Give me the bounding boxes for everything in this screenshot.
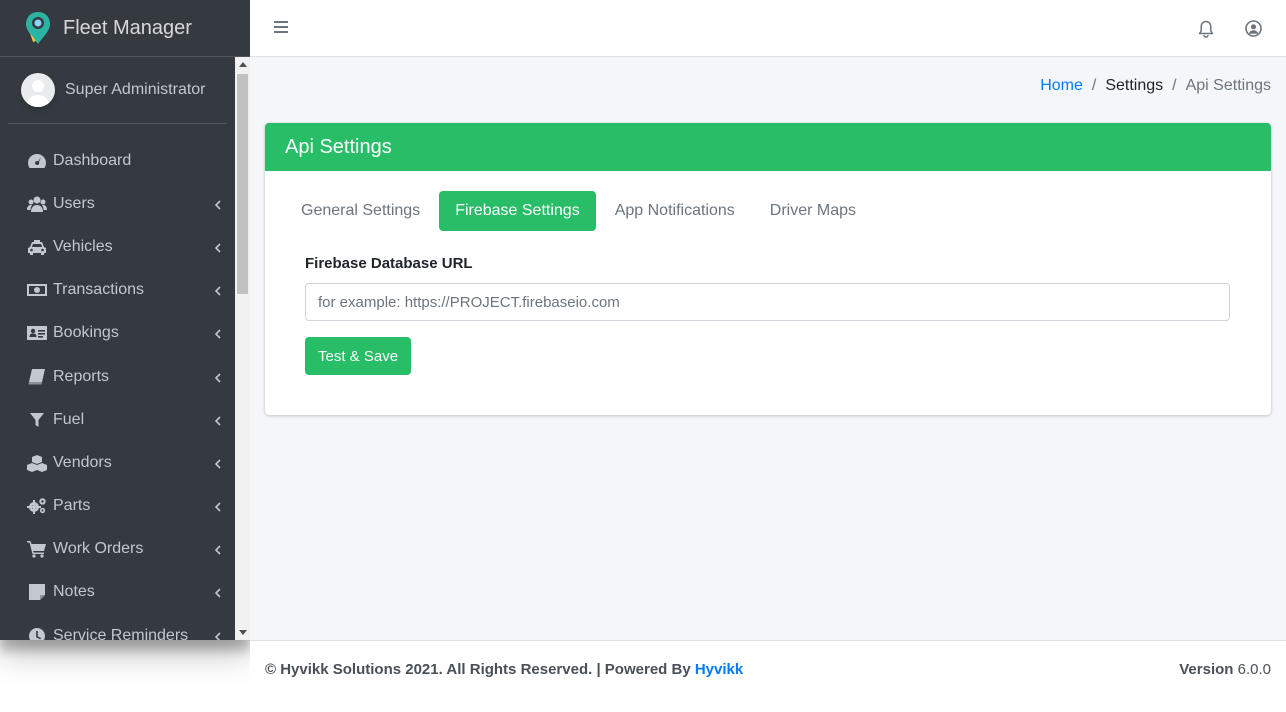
firebase-url-label: Firebase Database URL bbox=[305, 255, 473, 272]
sidebar-item-dashboard[interactable]: Dashboard bbox=[0, 139, 235, 182]
menu-toggle-icon[interactable] bbox=[274, 21, 288, 35]
filter-icon bbox=[26, 411, 48, 429]
tab-app-notifications[interactable]: App Notifications bbox=[599, 191, 751, 231]
sidebar-item-label: Service Reminders bbox=[53, 626, 189, 640]
user-panel[interactable]: Super Administrator bbox=[8, 57, 227, 124]
chevron-left-icon bbox=[214, 586, 222, 599]
breadcrumb-separator: / bbox=[1172, 77, 1177, 94]
sidebar-item-work-orders[interactable]: Work Orders bbox=[0, 528, 235, 571]
api-settings-card: Api Settings General Settings Firebase S… bbox=[265, 123, 1271, 415]
sidebar-item-bookings[interactable]: Bookings bbox=[0, 312, 235, 355]
sidebar-item-label: Transactions bbox=[53, 281, 144, 299]
book-icon bbox=[26, 368, 48, 386]
sidebar-item-label: Reports bbox=[53, 367, 110, 385]
chevron-left-icon bbox=[214, 630, 222, 640]
sidebar-item-label: Vendors bbox=[53, 453, 112, 471]
sidebar-scroll-area: Super Administrator Dashboard Users Vehi… bbox=[0, 57, 235, 640]
sidebar-item-fuel[interactable]: Fuel bbox=[0, 398, 235, 441]
breadcrumb-home[interactable]: Home bbox=[1040, 77, 1083, 95]
test-save-button[interactable]: Test & Save bbox=[305, 337, 412, 375]
footer: © Hyvikk Solutions 2021. All Rights Rese… bbox=[250, 640, 1286, 697]
address-card-icon bbox=[26, 324, 48, 342]
cubes-icon bbox=[26, 454, 48, 472]
gears-icon bbox=[26, 497, 48, 515]
money-icon bbox=[26, 281, 48, 299]
sidebar-item-label: Work Orders bbox=[53, 540, 144, 558]
copyright-text: © Hyvikk Solutions 2021. All Rights Rese… bbox=[265, 661, 695, 678]
sidebar-item-reports[interactable]: Reports bbox=[0, 355, 235, 398]
sidebar-item-notes[interactable]: Notes bbox=[0, 571, 235, 614]
version-label: Version bbox=[1179, 661, 1234, 678]
sidebar-item-label: Bookings bbox=[53, 324, 119, 342]
sidebar-item-label: Users bbox=[53, 194, 95, 212]
chevron-left-icon bbox=[214, 327, 222, 339]
brand-link[interactable]: Fleet Manager bbox=[0, 0, 250, 57]
footer-copyright: © Hyvikk Solutions 2021. All Rights Rese… bbox=[265, 661, 743, 678]
sidebar-nav: Dashboard Users Vehicles Transactions Bo… bbox=[0, 124, 235, 640]
card-title: Api Settings bbox=[265, 123, 1271, 171]
user-circle-icon[interactable] bbox=[1245, 20, 1262, 37]
brand-name: Fleet Manager bbox=[63, 16, 192, 39]
chevron-left-icon bbox=[214, 500, 222, 512]
sidebar: Fleet Manager Super Administrator Dashbo… bbox=[0, 0, 250, 640]
sidebar-item-parts[interactable]: Parts bbox=[0, 485, 235, 528]
settings-tabs: General Settings Firebase Settings App N… bbox=[285, 191, 875, 231]
chevron-left-icon bbox=[214, 457, 222, 469]
user-name: Super Administrator bbox=[65, 81, 206, 98]
sticky-note-icon bbox=[26, 583, 48, 601]
sidebar-item-label: Parts bbox=[53, 497, 91, 515]
content-area: Home / Settings / Api Settings Api Setti… bbox=[250, 57, 1286, 640]
sidebar-item-users[interactable]: Users bbox=[0, 182, 235, 225]
sidebar-item-vehicles[interactable]: Vehicles bbox=[0, 225, 235, 268]
sidebar-item-label: Notes bbox=[53, 583, 95, 601]
chevron-left-icon bbox=[214, 414, 222, 426]
firebase-url-input[interactable] bbox=[305, 283, 1230, 321]
chevron-left-icon bbox=[214, 284, 222, 296]
sidebar-item-vendors[interactable]: Vendors bbox=[0, 441, 235, 484]
breadcrumb-separator: / bbox=[1091, 77, 1097, 94]
avatar bbox=[21, 73, 55, 107]
chevron-left-icon bbox=[214, 198, 222, 210]
cart-icon bbox=[26, 540, 48, 558]
top-navbar bbox=[250, 0, 1286, 57]
scroll-up-arrow[interactable] bbox=[235, 57, 250, 72]
scroll-thumb[interactable] bbox=[237, 74, 248, 294]
breadcrumb-settings: Settings bbox=[1105, 77, 1164, 94]
bell-icon[interactable] bbox=[1198, 20, 1214, 38]
sidebar-item-transactions[interactable]: Transactions bbox=[0, 269, 235, 312]
chevron-left-icon bbox=[214, 543, 222, 555]
sidebar-item-label: Fuel bbox=[53, 410, 85, 428]
sidebar-item-label: Dashboard bbox=[53, 151, 132, 169]
users-icon bbox=[26, 195, 48, 213]
taxi-icon bbox=[26, 238, 48, 256]
footer-version: Version 6.0.0 bbox=[1179, 661, 1271, 678]
sidebar-item-label: Vehicles bbox=[53, 237, 113, 255]
fleet-logo-icon bbox=[24, 11, 52, 45]
tab-general-settings[interactable]: General Settings bbox=[285, 191, 436, 231]
version-number: 6.0.0 bbox=[1237, 661, 1271, 678]
tab-driver-maps[interactable]: Driver Maps bbox=[754, 191, 872, 231]
chevron-left-icon bbox=[214, 371, 222, 383]
chevron-left-icon bbox=[214, 241, 222, 253]
tachometer-icon bbox=[26, 152, 48, 170]
tab-firebase-settings[interactable]: Firebase Settings bbox=[439, 191, 596, 231]
clock-icon bbox=[26, 627, 48, 640]
breadcrumb-current: Api Settings bbox=[1185, 77, 1271, 94]
hyvikk-link[interactable]: Hyvikk bbox=[695, 661, 743, 678]
scroll-down-arrow[interactable] bbox=[235, 625, 250, 640]
sidebar-item-service-reminders[interactable]: Service Reminders bbox=[0, 614, 235, 640]
sidebar-scrollbar[interactable] bbox=[235, 57, 250, 640]
breadcrumb: Home / Settings / Api Settings bbox=[1040, 77, 1271, 95]
